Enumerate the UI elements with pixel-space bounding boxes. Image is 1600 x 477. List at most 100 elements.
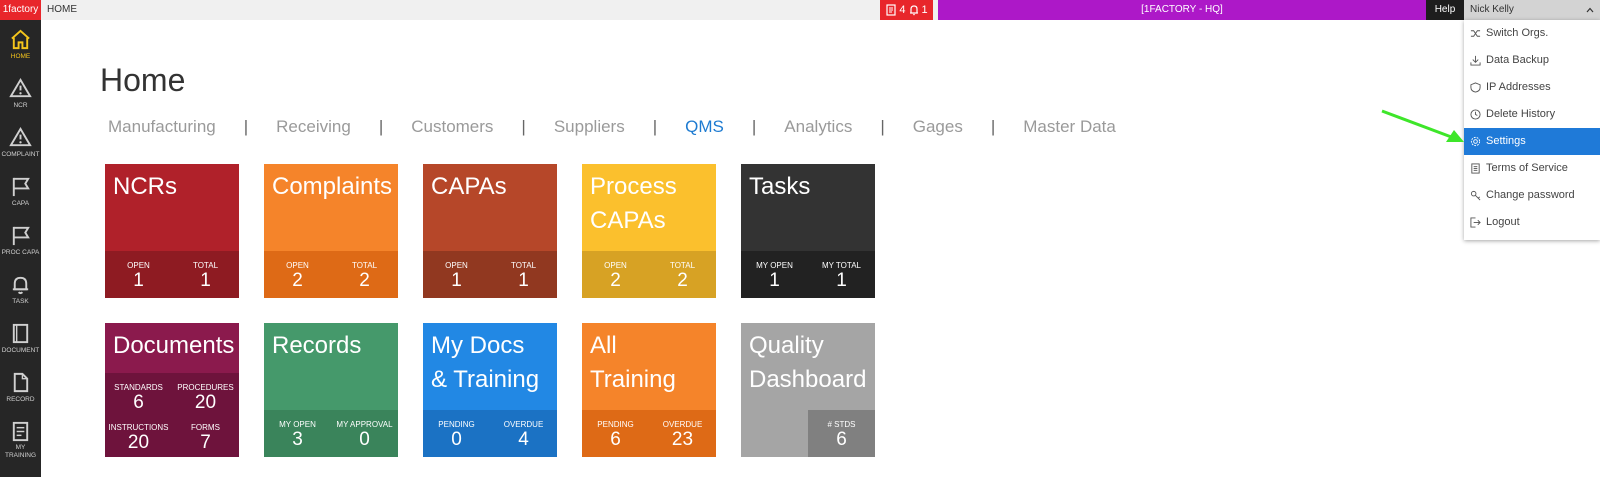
tab-divider: | [990, 117, 996, 136]
sidebar-item-home[interactable]: HOME [0, 20, 41, 68]
sidebar-item-ncr[interactable]: NCR [0, 69, 41, 117]
tile-title: All [590, 332, 617, 359]
stat-value: 6 [133, 392, 144, 413]
menu-item-settings[interactable]: Settings [1464, 128, 1600, 155]
tab-suppliers[interactable]: Suppliers [554, 117, 625, 137]
sidebar-label: PROC CAPA [1, 249, 40, 256]
tile-footer: OPEN 2 TOTAL 2 [264, 251, 398, 298]
tile-footer: PENDING 6 OVERDUE 23 [582, 410, 716, 457]
menu-item-data-backup[interactable]: Data Backup [1464, 47, 1600, 74]
org-label[interactable]: [1FACTORY - HQ] [938, 0, 1426, 20]
stat-value: 4 [518, 429, 529, 450]
tile-capas[interactable]: CAPAs OPEN 1 TOTAL 1 [423, 164, 557, 298]
tile-records[interactable]: Records MY OPEN 3 MY APPROVAL 0 [264, 323, 398, 457]
tab-gages[interactable]: Gages [913, 117, 963, 137]
tile-title: Complaints [272, 173, 393, 200]
menu-item-label: Settings [1486, 135, 1526, 147]
history-icon [1470, 109, 1481, 120]
tab-master-data[interactable]: Master Data [1023, 117, 1116, 137]
stat-value: 0 [451, 429, 462, 450]
tile-all-training[interactable]: All Training PENDING 6 OVERDUE 23 [582, 323, 716, 457]
tile-footer: STANDARDS 6 PROCEDURES 20 INSTRUCTIONS 20 F… [105, 373, 239, 457]
sidebar-item-my-training[interactable]: MY TRAINING [0, 412, 41, 472]
tile-title: CAPAs [431, 173, 507, 200]
stat-value: 6 [610, 429, 621, 450]
tab-customers[interactable]: Customers [411, 117, 493, 137]
sidebar-label: TRAINING [4, 452, 37, 459]
menu-item-logout[interactable]: Logout [1464, 209, 1600, 236]
training-icon [12, 421, 29, 442]
sidebar: HOME NCR COMPLAINT CAPA PROC CAPA TASK D… [0, 20, 41, 477]
sidebar-item-proc-capa[interactable]: PROC CAPA [0, 216, 41, 264]
stat-value: 1 [836, 270, 847, 291]
sidebar-label: TASK [12, 298, 29, 305]
stat-box: # STDS 6 [808, 410, 875, 457]
warning-icon [9, 126, 32, 147]
tile-title: Documents [113, 332, 235, 359]
tab-analytics[interactable]: Analytics [784, 117, 852, 137]
stat-value: 20 [127, 432, 150, 453]
menu-item-label: Terms of Service [1486, 162, 1568, 174]
menu-item-change-password[interactable]: Change password [1464, 182, 1600, 209]
tile-footer: MY OPEN 1 MY TOTAL 1 [741, 251, 875, 298]
tile-ncrs[interactable]: NCRs OPEN 1 TOTAL 1 [105, 164, 239, 298]
alerts-area[interactable]: 4 1 [880, 0, 933, 20]
tile-footer: OPEN 2 TOTAL 2 [582, 251, 716, 298]
stat-value: 1 [769, 270, 780, 291]
chevron-up-icon [1586, 7, 1594, 13]
module-tabs: Manufacturing | Receiving | Customers | … [108, 116, 1116, 138]
stat-value: 7 [200, 432, 211, 453]
logout-icon [1470, 217, 1481, 228]
stat-value: 6 [836, 429, 847, 450]
menu-item-terms-of-service[interactable]: Terms of Service [1464, 155, 1600, 182]
menu-item-label: Data Backup [1486, 54, 1549, 66]
tab-manufacturing[interactable]: Manufacturing [108, 117, 216, 137]
menu-item-delete-history[interactable]: Delete History [1464, 101, 1600, 128]
sidebar-item-complaint[interactable]: COMPLAINT [0, 118, 41, 166]
sidebar-item-task[interactable]: TASK [0, 265, 41, 313]
tile-title: Tasks [749, 173, 811, 200]
tab-divider: | [243, 117, 249, 136]
sidebar-item-record[interactable]: RECORD [0, 363, 41, 411]
sidebar-label: HOME [10, 53, 31, 60]
tab-divider: | [652, 117, 658, 136]
user-dropdown-menu: Switch Orgs. Data Backup IP Addresses De… [1464, 20, 1600, 240]
tile-title: NCRs [113, 173, 177, 200]
tab-divider: | [880, 117, 885, 136]
tile-footer: OPEN 1 TOTAL 1 [105, 251, 239, 298]
tile-my-docs-training[interactable]: My Docs & Training PENDING 0 OVERDUE 4 [423, 323, 557, 457]
annotation-arrow-icon [1381, 109, 1464, 142]
tile-tasks[interactable]: Tasks MY OPEN 1 MY TOTAL 1 [741, 164, 875, 298]
stat-value: 1 [451, 270, 462, 291]
sidebar-label: MY [15, 444, 26, 451]
tile-title-line2: & Training [431, 366, 540, 393]
home-icon [11, 29, 30, 50]
tile-documents[interactable]: Documents STANDARDS 6 PROCEDURES 20 INSTRU… [105, 323, 239, 457]
tile-title: My Docs [431, 332, 525, 359]
stat-value: 20 [194, 392, 217, 413]
tile-process-capas[interactable]: Process CAPAs OPEN 2 TOTAL 2 [582, 164, 716, 298]
shield-icon [1470, 82, 1481, 93]
tile-complaints[interactable]: Complaints OPEN 2 TOTAL 2 [264, 164, 398, 298]
user-menu-toggle[interactable]: Nick Kelly [1464, 0, 1600, 20]
menu-item-ip-addresses[interactable]: IP Addresses [1464, 74, 1600, 101]
menu-item-switch-orgs[interactable]: Switch Orgs. [1464, 20, 1600, 47]
sidebar-item-capa[interactable]: CAPA [0, 167, 41, 215]
help-button[interactable]: Help [1426, 0, 1464, 20]
tile-quality-dashboard[interactable]: Quality Dashboard # STDS 6 [741, 323, 875, 457]
stat-value: 2 [359, 270, 370, 291]
tab-divider: | [751, 117, 757, 136]
sidebar-label: CAPA [11, 200, 30, 207]
stat-value: 23 [671, 429, 694, 450]
stat-value: 1 [518, 270, 529, 291]
tab-qms[interactable]: QMS [685, 117, 724, 137]
key-icon [1470, 190, 1481, 201]
document-icon [1471, 163, 1480, 174]
tab-receiving[interactable]: Receiving [276, 117, 351, 137]
stat-value: 0 [359, 429, 370, 450]
app-logo[interactable]: 1factory [0, 0, 41, 20]
sidebar-item-document[interactable]: DOCUMENT [0, 314, 41, 362]
sidebar-label: RECORD [6, 396, 35, 403]
breadcrumb: HOME [47, 4, 77, 15]
file-icon [13, 372, 29, 393]
